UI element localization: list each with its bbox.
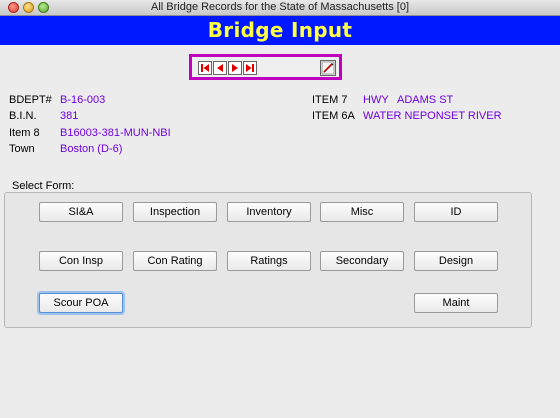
form-selection-panel: SI&A Inspection Inventory Misc ID Con In… bbox=[4, 192, 532, 328]
maint-button[interactable]: Maint bbox=[414, 293, 498, 313]
window-titlebar[interactable]: All Bridge Records for the State of Mass… bbox=[0, 0, 560, 16]
edit-icon[interactable] bbox=[320, 60, 336, 76]
bin-label: B.I.N. bbox=[9, 110, 37, 122]
item6a-value: WATER NEPONSET RIVER bbox=[363, 110, 502, 122]
last-record-icon[interactable] bbox=[243, 61, 257, 75]
id-button[interactable]: ID bbox=[414, 202, 498, 222]
page-banner: Bridge Input bbox=[0, 16, 560, 45]
bin-value: 381 bbox=[60, 110, 79, 122]
con-rating-button[interactable]: Con Rating bbox=[133, 251, 217, 271]
inspection-button[interactable]: Inspection bbox=[133, 202, 217, 222]
window-title: All Bridge Records for the State of Mass… bbox=[150, 1, 409, 13]
select-form-label: Select Form: bbox=[12, 180, 75, 192]
con-insp-button[interactable]: Con Insp bbox=[39, 251, 123, 271]
item7-value: HWY ADAMS ST bbox=[363, 94, 454, 106]
inventory-button[interactable]: Inventory bbox=[227, 202, 311, 222]
item6a-label: ITEM 6A bbox=[312, 110, 355, 122]
record-navigator bbox=[189, 54, 342, 80]
bdept-label: BDEPT# bbox=[9, 94, 52, 106]
ratings-button[interactable]: Ratings bbox=[227, 251, 311, 271]
item7-label: ITEM 7 bbox=[312, 94, 348, 106]
sia-button[interactable]: SI&A bbox=[39, 202, 123, 222]
bdept-value: B-16-003 bbox=[60, 94, 106, 106]
next-record-icon[interactable] bbox=[228, 61, 242, 75]
secondary-button[interactable]: Secondary bbox=[320, 251, 404, 271]
town-value: Boston (D-6) bbox=[60, 143, 123, 155]
previous-record-icon[interactable] bbox=[213, 61, 227, 75]
scour-poa-button[interactable]: Scour POA bbox=[39, 293, 123, 313]
page-title: Bridge Input bbox=[207, 18, 353, 42]
design-button[interactable]: Design bbox=[414, 251, 498, 271]
misc-button[interactable]: Misc bbox=[320, 202, 404, 222]
item8-value: B16003-381-MUN-NBI bbox=[60, 127, 171, 139]
town-label: Town bbox=[9, 143, 35, 155]
item8-label: Item 8 bbox=[9, 127, 40, 139]
first-record-icon[interactable] bbox=[198, 61, 212, 75]
